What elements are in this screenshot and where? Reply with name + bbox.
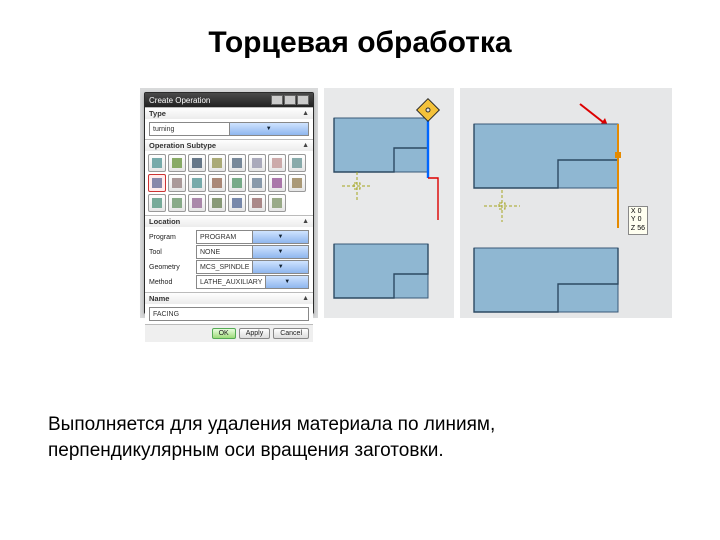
window-controls[interactable]: [271, 95, 309, 105]
subtype-op-icon[interactable]: [288, 174, 306, 192]
collapse-icon: ▲: [302, 295, 309, 302]
subtype-op-icon[interactable]: [208, 154, 226, 172]
subtype-op-icon[interactable]: [268, 154, 286, 172]
subtype-facing-icon[interactable]: [148, 174, 166, 192]
program-value: PROGRAM: [197, 234, 252, 241]
slide-caption: Выполняется для удаления материала по ли…: [48, 412, 660, 463]
chevron-down-icon: ▼: [265, 276, 308, 288]
ok-button[interactable]: OK: [212, 328, 236, 339]
section-location-label: Location: [149, 217, 180, 226]
method-value: LATHE_AUXILIARY: [197, 279, 265, 286]
subtype-op-icon[interactable]: [168, 154, 186, 172]
section-name-label: Name: [149, 294, 169, 303]
subtype-op-icon[interactable]: [248, 154, 266, 172]
chevron-down-icon: ▼: [252, 246, 308, 258]
geometry-dropdown[interactable]: MCS_SPINDLE▼: [196, 260, 309, 274]
subtype-op-icon[interactable]: [268, 174, 286, 192]
cad-view-trimline: Осевая линия обрезки: [460, 88, 672, 318]
tool-label: Tool: [149, 249, 193, 256]
subtype-op-icon[interactable]: [248, 194, 266, 212]
slide-title: Торцевая обработка: [0, 26, 720, 60]
subtype-op-icon[interactable]: [168, 194, 186, 212]
subtype-icon-grid: [145, 151, 313, 215]
dialog-title-text: Create Operation: [149, 96, 210, 105]
geometry-label: Geometry: [149, 264, 193, 271]
cad-view-tool: [324, 88, 454, 318]
section-location[interactable]: Location ▲: [145, 215, 313, 227]
program-dropdown[interactable]: PROGRAM▼: [196, 230, 309, 244]
section-subtype-label: Operation Subtype: [149, 141, 216, 150]
subtype-op-icon[interactable]: [288, 154, 306, 172]
subtype-op-icon[interactable]: [268, 194, 286, 212]
apply-button[interactable]: Apply: [239, 328, 271, 339]
z-value: 56: [637, 225, 645, 233]
program-label: Program: [149, 234, 193, 241]
name-input[interactable]: FACING: [149, 307, 309, 321]
subtype-op-icon[interactable]: [228, 154, 246, 172]
x-label: X: [631, 208, 636, 216]
name-value: FACING: [150, 311, 308, 318]
subtype-op-icon[interactable]: [148, 154, 166, 172]
subtype-op-icon[interactable]: [228, 174, 246, 192]
subtype-op-icon[interactable]: [148, 194, 166, 212]
subtype-op-icon[interactable]: [228, 194, 246, 212]
type-dropdown[interactable]: turning▼: [149, 122, 309, 136]
subtype-op-icon[interactable]: [208, 194, 226, 212]
coord-readout: X0 Y0 Z56: [628, 206, 648, 235]
dialog-titlebar: Create Operation: [145, 93, 313, 107]
x-value: 0: [638, 208, 642, 216]
section-subtype[interactable]: Operation Subtype ▲: [145, 139, 313, 151]
subtype-op-icon[interactable]: [208, 174, 226, 192]
chevron-down-icon: ▼: [252, 231, 308, 243]
subtype-op-icon[interactable]: [188, 194, 206, 212]
tool-value: NONE: [197, 249, 252, 256]
figure-row: Create Operation Type▲ turning▼ Operatio…: [140, 88, 672, 328]
collapse-icon: ▲: [302, 110, 309, 117]
chevron-down-icon: ▼: [252, 261, 308, 273]
method-dropdown[interactable]: LATHE_AUXILIARY▼: [196, 275, 309, 289]
subtype-op-icon[interactable]: [188, 154, 206, 172]
section-type[interactable]: Type ▲: [145, 107, 313, 119]
section-name[interactable]: Name ▲: [145, 292, 313, 304]
collapse-icon: ▲: [302, 218, 309, 225]
type-value: turning: [150, 126, 229, 133]
subtype-op-icon[interactable]: [248, 174, 266, 192]
chevron-down-icon: ▼: [229, 123, 309, 135]
subtype-op-icon[interactable]: [168, 174, 186, 192]
geometry-value: MCS_SPINDLE: [197, 264, 252, 271]
y-value: 0: [638, 216, 642, 224]
section-type-label: Type: [149, 109, 166, 118]
collapse-icon: ▲: [302, 142, 309, 149]
dialog-screenshot: Create Operation Type▲ turning▼ Operatio…: [140, 88, 318, 318]
z-label: Z: [631, 225, 635, 233]
y-label: Y: [631, 216, 636, 224]
tool-dropdown[interactable]: NONE▼: [196, 245, 309, 259]
subtype-op-icon[interactable]: [188, 174, 206, 192]
cancel-button[interactable]: Cancel: [273, 328, 309, 339]
method-label: Method: [149, 279, 193, 286]
